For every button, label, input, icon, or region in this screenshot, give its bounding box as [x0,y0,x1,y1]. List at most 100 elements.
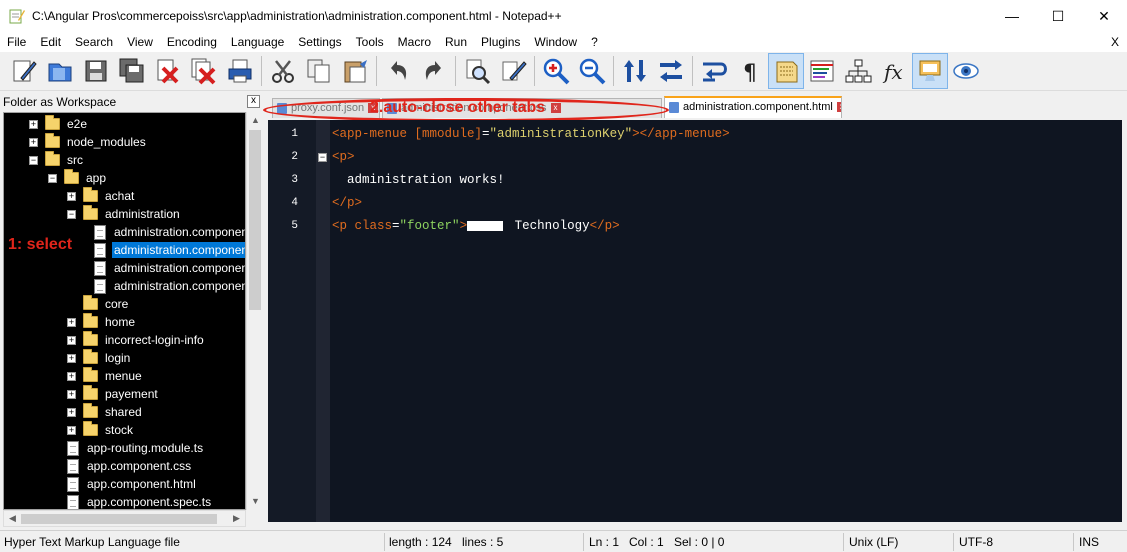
maximize-button[interactable]: ☐ [1035,0,1081,32]
indent-guide-icon[interactable] [768,53,804,89]
code-token: <app-menue [332,127,415,141]
scroll-left-arrow-icon[interactable]: ◀ [4,511,21,526]
tree-horizontal-scrollbar[interactable]: ◀ ▶ [3,510,246,527]
save-icon[interactable] [78,53,114,89]
document-map-icon[interactable] [840,53,876,89]
expand-toggle-icon[interactable]: + [67,407,76,417]
function-list-icon[interactable]: fx [876,53,912,89]
close-all-icon[interactable] [186,53,222,89]
menu-search[interactable]: Search [68,32,120,52]
tree-item-label: node_modules [67,135,146,149]
tree-folder-row[interactable]: − administration [4,205,245,223]
cut-icon[interactable] [265,53,301,89]
find-icon[interactable] [459,53,495,89]
tree-folder-row[interactable]: + payement [4,385,245,403]
open-file-icon[interactable] [42,53,78,89]
menu-settings[interactable]: Settings [291,32,348,52]
expand-toggle-icon[interactable]: + [29,119,38,129]
monitoring-icon[interactable] [948,53,984,89]
tree-folder-row[interactable]: + e2e [4,115,245,133]
expand-toggle-icon[interactable]: + [67,191,76,201]
sync-horizontal-icon[interactable] [653,53,689,89]
tree-file-row[interactable]: app.component.html [4,475,245,493]
tree-folder-row[interactable]: + home [4,313,245,331]
paste-icon[interactable] [337,53,373,89]
expand-toggle-icon[interactable]: + [67,371,76,381]
undo-icon[interactable] [380,53,416,89]
print-icon[interactable] [222,53,258,89]
tree-folder-row[interactable]: − app [4,169,245,187]
menu-encoding[interactable]: Encoding [160,32,224,52]
tree-file-row[interactable]: app-routing.module.ts [4,439,245,457]
code-token: "footer" [399,219,460,233]
tree-item-label: app-routing.module.ts [87,441,204,455]
tree-file-row[interactable]: app.component.css [4,457,245,475]
tree-folder-row[interactable]: + node_modules [4,133,245,151]
menu-file[interactable]: File [0,32,33,52]
expand-toggle-icon[interactable]: + [67,335,76,345]
zoom-out-icon[interactable] [574,53,610,89]
menu-language[interactable]: Language [224,32,291,52]
file-tab-icon [669,102,679,113]
tree-folder-row[interactable]: + shared [4,403,245,421]
tree-folder-row[interactable]: + achat [4,187,245,205]
expand-toggle-icon[interactable]: + [67,425,76,435]
close-document-button[interactable]: X [1111,32,1119,52]
word-wrap-icon[interactable] [696,53,732,89]
scrollbar-thumb[interactable] [249,130,261,310]
tree-folder-row[interactable]: + login [4,349,245,367]
folder-icon [83,295,98,310]
scroll-right-arrow-icon[interactable]: ▶ [228,511,245,526]
tree-folder-row[interactable]: + menue [4,367,245,385]
status-column: Col : 1 [629,535,664,549]
svg-text:fx: fx [882,60,903,84]
tree-file-row[interactable]: administration.component.spec.ts [4,259,245,277]
redo-icon[interactable] [416,53,452,89]
folder-workspace-icon[interactable] [912,53,948,89]
expand-toggle-icon[interactable]: + [67,317,76,327]
sync-vertical-icon[interactable] [617,53,653,89]
toolbar-separator [692,56,693,86]
language-icon[interactable] [804,53,840,89]
menu-window[interactable]: Window [527,32,584,52]
panel-close-button[interactable]: x [247,95,260,108]
show-all-chars-icon[interactable]: ¶ [732,53,768,89]
tree-vertical-scrollbar[interactable]: ▲ ▼ [246,112,263,510]
menu-help[interactable]: ? [584,32,605,52]
scrollbar-thumb[interactable] [21,514,217,524]
menu-run[interactable]: Run [438,32,474,52]
close-file-icon[interactable] [150,53,186,89]
menu-macro[interactable]: Macro [391,32,438,52]
tree-folder-row[interactable]: + stock [4,421,245,439]
minimize-button[interactable]: — [989,0,1035,32]
tree-folder-row[interactable]: + incorrect-login-info [4,331,245,349]
replace-icon[interactable] [495,53,531,89]
code-editor[interactable]: 1 2 3 4 5 − <app-menue [mmodule]="admini… [268,120,1122,522]
close-window-button[interactable]: ✕ [1081,0,1127,32]
expand-toggle-icon[interactable]: + [29,137,38,147]
scroll-down-arrow-icon[interactable]: ▼ [247,493,264,510]
menu-plugins[interactable]: Plugins [474,32,527,52]
expand-toggle-icon[interactable]: + [67,353,76,363]
tab-close-icon[interactable]: x [836,102,841,113]
copy-icon[interactable] [301,53,337,89]
save-all-icon[interactable] [114,53,150,89]
menu-view[interactable]: View [120,32,160,52]
collapse-toggle-icon[interactable]: − [48,173,57,183]
expand-toggle-icon[interactable]: + [67,389,76,399]
tree-folder-row[interactable]: − src [4,151,245,169]
tree-file-row[interactable]: app.component.spec.ts [4,493,245,509]
scroll-up-arrow-icon[interactable]: ▲ [247,112,264,129]
fold-toggle-icon[interactable]: − [318,153,327,162]
menu-tools[interactable]: Tools [349,32,391,52]
collapse-toggle-icon[interactable]: − [29,155,38,165]
folder-tree[interactable]: + e2e + node_modules − src − app + achat − administ… [3,112,246,510]
menu-edit[interactable]: Edit [33,32,68,52]
new-file-icon[interactable] [6,53,42,89]
maximize-icon: ☐ [1051,7,1065,24]
tab-administration-html[interactable]: administration.component.htmlx [664,96,842,118]
collapse-toggle-icon[interactable]: − [67,209,76,219]
zoom-in-icon[interactable] [538,53,574,89]
tree-file-row[interactable]: administration.component.ts [4,277,245,295]
tree-folder-row[interactable]: core [4,295,245,313]
